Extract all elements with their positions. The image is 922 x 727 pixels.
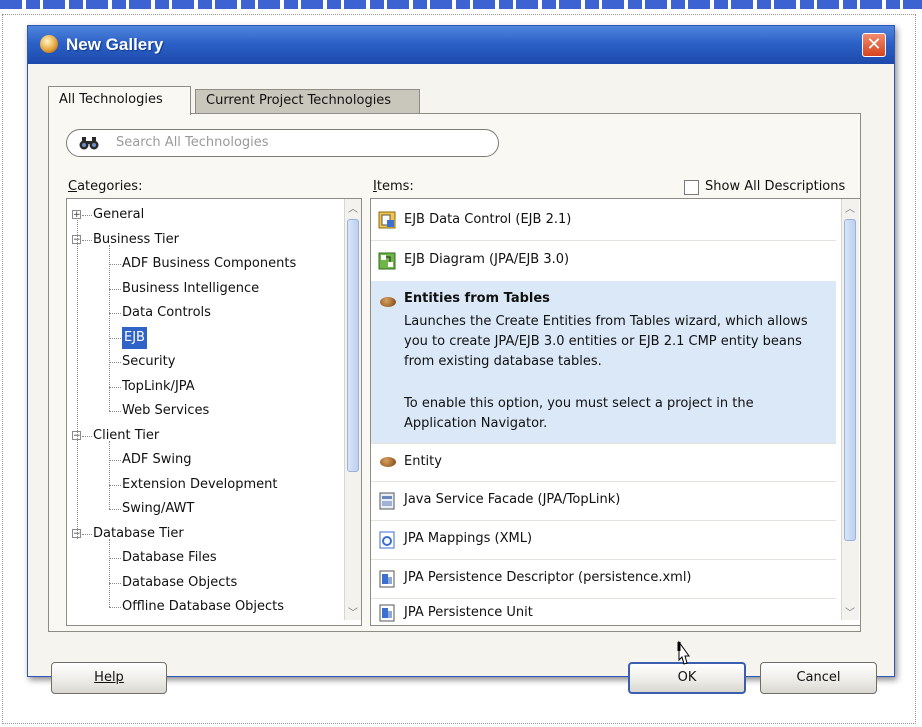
scroll-down-arrow[interactable]: ﹀ [347,607,359,621]
gallery-item[interactable]: JPA Persistence Descriptor (persistence.… [371,559,836,599]
tree-item-label: EJB [122,326,147,349]
cancel-button[interactable]: Cancel [760,662,877,694]
tree-connector [109,582,121,584]
search-input[interactable]: Search All Technologies [66,129,499,157]
diagram-icon [378,252,396,269]
tree-item-label: Business Intelligence [122,280,260,296]
tree-item-label: Database Files [122,550,217,565]
tree-item-label: Offline Database Objects [122,599,285,614]
bean-icon [380,297,396,307]
tree-item-label: General [93,207,145,222]
tree-connector [109,558,121,559]
items-label: Items: [373,179,414,194]
tree-item-label: Web Services [122,403,210,418]
gallery-item-name: JPA Mappings (XML) [404,531,533,546]
gallery-item-note: To enable this option, you must select a… [404,396,754,431]
help-button[interactable]: Help [51,662,167,694]
tree-connector [82,239,92,241]
scroll-thumb[interactable] [347,219,359,472]
data-control-icon [378,211,396,229]
gallery-item-name: Java Service Facade (JPA/TopLink) [404,492,621,507]
categories-scrollbar[interactable]: ︿ ﹀ [344,199,361,621]
gallery-item-name: JPA Persistence Descriptor (persistence.… [404,570,692,585]
tree-connector [82,435,92,437]
tree-branch-connector [109,244,110,411]
gallery-item[interactable]: EJB Data Control (EJB 2.1) [371,200,836,241]
mouse-cursor-icon [677,640,690,665]
tree-item-label: Extension Development [122,476,278,492]
tree-item-label: Database Objects [122,574,238,590]
tab-current-project-technologies[interactable]: Current Project Technologies [195,89,420,113]
tree-connector [109,362,121,363]
tree-connector [109,386,121,388]
tree-connector [109,509,121,510]
show-all-descriptions-label[interactable]: Show All Descriptions [705,179,845,194]
gallery-item[interactable]: JPA Persistence Unit [371,598,836,625]
tree-branch-connector [109,538,110,607]
close-button[interactable]: ✕ [862,33,886,57]
categories-label-rest: ategories: [77,179,143,194]
search-placeholder: Search All Technologies [116,135,269,150]
mapping-icon [379,531,395,548]
title-bar[interactable]: New Gallery ✕ [28,26,894,64]
categories-label: Categories: [68,179,143,194]
tree-item-label: ADF Swing [122,452,192,467]
tab-all-technologies[interactable]: All Technologies [48,86,191,115]
dialog-title: New Gallery [66,35,164,54]
items-scrollbar[interactable]: ︿ ﹀ [841,199,859,620]
tree-item-label: Security [122,354,176,369]
tree-connector [109,411,121,412]
tree-item-label: Swing/AWT [122,501,195,516]
show-all-descriptions-checkbox[interactable] [684,180,699,195]
app-coffee-icon [40,35,58,53]
gallery-item[interactable]: Java Service Facade (JPA/TopLink) [371,481,836,521]
bean-icon [380,457,396,467]
top-link-strip [0,0,922,9]
tree-root-connector [77,220,78,539]
tree-branch-connector [109,440,110,509]
tree-item-label: Database Tier [93,525,184,541]
tree-connector [109,337,121,339]
gallery-item-name: EJB Diagram (JPA/EJB 3.0) [404,252,570,267]
gallery-item[interactable]: EJB Diagram (JPA/EJB 3.0) [371,240,836,282]
gallery-item-name: JPA Persistence Unit [404,604,533,620]
gallery-item[interactable]: Entity [371,443,836,482]
tree-item-label: TopLink/JPA [122,378,195,394]
gallery-item-name: EJB Data Control (EJB 2.1) [404,211,572,227]
items-list: EJB Data Control (EJB 2.1) EJB Diagram (J… [370,198,861,626]
gallery-item-name: Entities from Tables [404,291,550,306]
tree-item-label: Business Tier [93,231,179,247]
scroll-up-arrow[interactable]: ︿ [347,203,359,217]
items-scroll-thumb[interactable] [844,219,856,541]
items-scroll-down-arrow[interactable]: ﹀ [844,607,856,621]
binoculars-icon [79,137,99,150]
gallery-item[interactable]: JPA Mappings (XML) [371,520,836,560]
tree-connector [109,313,121,314]
gallery-item-description: Launches the Create Entities from Tables… [404,314,808,369]
expand-icon[interactable]: + [72,210,81,220]
tree-connector [109,288,121,290]
persistence-unit-icon [379,604,395,622]
descriptor-icon [379,570,395,587]
tree-connector [82,215,92,216]
tree-connector [109,460,121,461]
tree-content: + General − Business Tier ADF Business Compo… [67,199,337,620]
tree-connector [82,533,92,535]
facade-icon [379,492,395,509]
tree-connector [109,264,121,265]
gallery-item-name: Entity [404,453,442,469]
tree-item-label: ADF Business Components [122,256,297,271]
tree-item-label: Client Tier [93,427,160,443]
tree-item-label: Data Controls [122,305,211,320]
tree-connector [109,607,121,608]
tree-connector [109,484,121,486]
items-scroll-up-arrow[interactable]: ︿ [844,203,856,217]
gallery-item[interactable]: Entities from Tables Launches the Create … [371,281,836,444]
help-button-label: Help [94,670,124,685]
categories-tree: + General − Business Tier ADF Business Compo… [66,198,362,626]
